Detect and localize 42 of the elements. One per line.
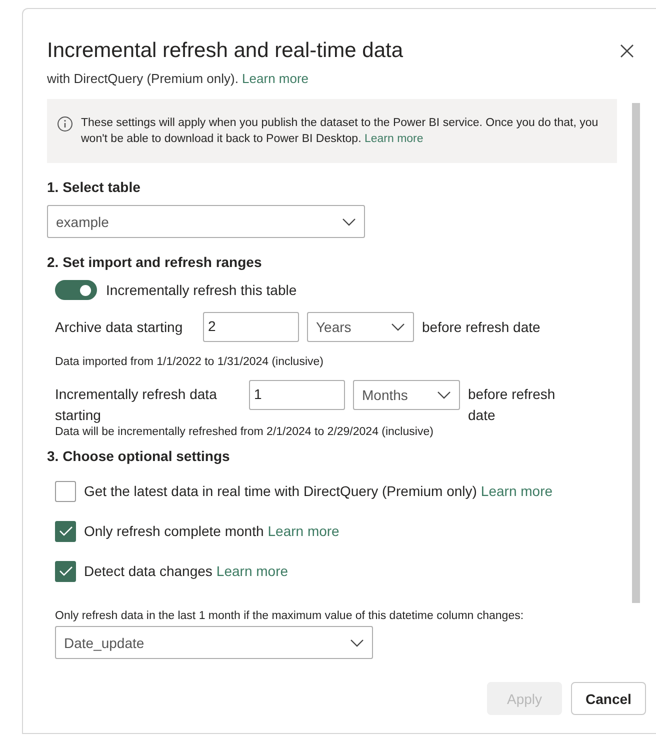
checkbox[interactable] bbox=[55, 560, 76, 582]
checkbox[interactable] bbox=[55, 520, 76, 542]
refresh-label: Incrementally refresh data starting bbox=[55, 385, 218, 425]
notice-text: These settings will apply when you publish the dataset to the Power BI service. Once you do that, you won't be able to download it back to Power BI Desktop. Learn more bbox=[81, 116, 600, 147]
archive-note: Data imported from 1/1/2022 to 1/31/2024 (inclusive) bbox=[55, 356, 324, 368]
scrollbar[interactable] bbox=[632, 103, 640, 603]
info-icon bbox=[57, 116, 73, 132]
refresh-note: Data will be incrementally refreshed from 2/1/2024 to 2/29/2024 (inclusive) bbox=[55, 426, 434, 438]
close-icon[interactable] bbox=[618, 42, 636, 60]
option-label: Detect data changes bbox=[84, 563, 212, 579]
column-dropdown[interactable]: Date_update bbox=[55, 626, 373, 659]
archive-suffix: before refresh date bbox=[422, 319, 540, 335]
archive-label: Archive data starting bbox=[55, 319, 184, 335]
toggle-switch[interactable] bbox=[55, 280, 97, 300]
unit-dropdown[interactable]: Years bbox=[307, 312, 414, 342]
refresh-input[interactable]: 1 bbox=[249, 380, 345, 410]
archive-input[interactable]: 2 bbox=[203, 312, 299, 342]
chevron-down-icon bbox=[391, 323, 405, 331]
column-label: Only refresh data in the last 1 month if the maximum value of this datetime column changes: bbox=[55, 610, 525, 622]
learn-more-link[interactable]: Learn more bbox=[364, 133, 424, 145]
unit-dropdown[interactable]: Months bbox=[353, 380, 460, 410]
table-dropdown[interactable]: example bbox=[47, 205, 365, 238]
chevron-down-icon bbox=[350, 638, 364, 646]
check-icon bbox=[58, 566, 72, 576]
learn-more-link[interactable]: Learn more bbox=[242, 71, 309, 86]
section-heading: 3. Choose optional settings bbox=[47, 448, 231, 464]
learn-more-link[interactable]: Learn more bbox=[216, 563, 288, 579]
toggle-label: Incrementally refresh this table bbox=[106, 282, 297, 298]
section-heading: 2. Set import and refresh ranges bbox=[47, 254, 263, 270]
refresh-suffix: before refresh date bbox=[468, 385, 556, 425]
chevron-down-icon bbox=[342, 218, 356, 226]
learn-more-link[interactable]: Learn more bbox=[480, 483, 553, 499]
option-label: Get the latest data in real time with DirectQuery (Premium only) bbox=[84, 483, 477, 499]
intro-text: with DirectQuery (Premium only). Learn more bbox=[47, 71, 309, 87]
dialog-button[interactable]: Cancel bbox=[571, 682, 646, 715]
checkbox[interactable] bbox=[55, 480, 76, 502]
dialog-title: Incremental refresh and real-time data bbox=[47, 39, 404, 63]
option-label: Only refresh complete month bbox=[84, 523, 264, 539]
learn-more-link[interactable]: Learn more bbox=[268, 523, 340, 539]
check-icon bbox=[58, 526, 72, 536]
section-heading: 1. Select table bbox=[47, 179, 142, 195]
chevron-down-icon bbox=[437, 391, 451, 399]
